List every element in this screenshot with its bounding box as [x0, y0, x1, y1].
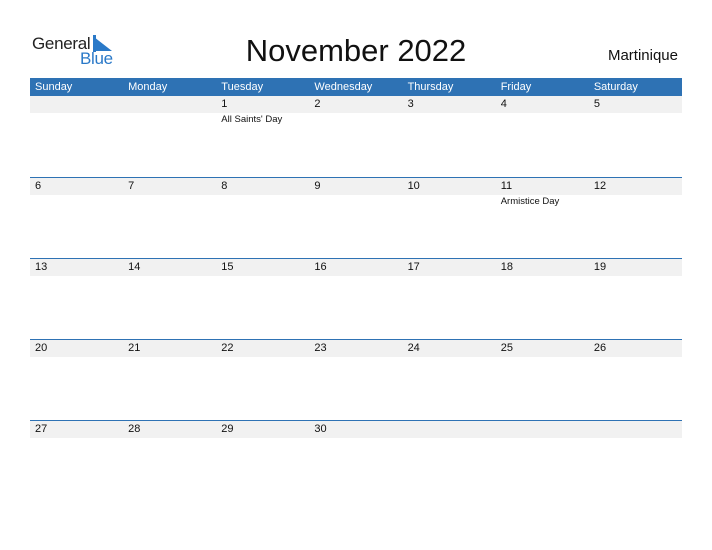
day-number: 26	[593, 342, 607, 354]
day-number: 8	[221, 180, 228, 192]
day-number: 11	[500, 180, 513, 192]
weekday-sunday: Sunday	[35, 81, 73, 93]
weekday-monday: Monday	[128, 81, 168, 93]
day-number: 24	[407, 342, 420, 354]
date-strip: 13 14 15 16 17 18 19	[30, 258, 682, 276]
day-number	[589, 421, 682, 438]
holiday-label	[30, 195, 123, 209]
day-number: 9	[314, 180, 321, 192]
holiday-label	[403, 113, 496, 127]
weekday-tuesday: Tuesday	[221, 81, 264, 93]
holiday-label	[309, 195, 402, 209]
day-number	[496, 421, 589, 438]
weekday-thursday: Thursday	[407, 81, 454, 93]
day-number: 18	[500, 261, 513, 273]
date-strip: 6 7 8 9 10 11 12	[30, 177, 682, 195]
holiday-label	[123, 195, 216, 209]
day-number: 14	[128, 261, 141, 273]
day-number	[403, 421, 496, 438]
holiday-label: Armistice Day	[500, 196, 560, 207]
weekday-wednesday: Wednesday	[314, 81, 373, 93]
day-number: 13	[35, 261, 48, 273]
weekday-saturday: Saturday	[593, 81, 638, 93]
date-strip: 27 28 29 30	[30, 420, 682, 438]
holiday-label	[496, 113, 589, 127]
holiday-label: All Saints' Day	[221, 114, 283, 125]
calendar-grid: Sunday Monday Tuesday Wednesday Thursday…	[30, 78, 682, 438]
day-number: 19	[593, 261, 607, 273]
day-number: 15	[221, 261, 234, 273]
day-number: 17	[407, 261, 420, 273]
weekday-header: Sunday Monday Tuesday Wednesday Thursday…	[30, 78, 682, 96]
day-number: 21	[128, 342, 141, 354]
weekday-friday: Friday	[500, 81, 532, 93]
date-strip: 1 2 3 4 5	[30, 96, 682, 113]
day-number: 2	[314, 98, 321, 110]
day-number: 22	[221, 342, 234, 354]
day-number: 10	[407, 180, 420, 192]
day-number	[30, 96, 123, 113]
day-number: 6	[35, 180, 42, 192]
day-number: 7	[128, 180, 135, 192]
week-row: 27 28 29 30	[30, 420, 682, 501]
day-number: 30	[314, 423, 327, 435]
week-row: 13 14 15 16 17 18 19	[30, 258, 682, 339]
holiday-label	[216, 195, 309, 209]
holiday-label	[403, 195, 496, 209]
day-number: 23	[314, 342, 327, 354]
day-number: 4	[500, 98, 507, 110]
day-number: 29	[221, 423, 234, 435]
day-number	[123, 96, 216, 113]
day-number: 5	[593, 98, 600, 110]
events-row: All Saints' Day	[30, 113, 682, 127]
country-label: Martinique	[607, 47, 678, 64]
day-number: 12	[593, 180, 607, 192]
holiday-label	[589, 113, 682, 127]
day-number: 20	[35, 342, 48, 354]
week-row: 6 7 8 9 10 11 12 Armistice Day	[30, 177, 682, 258]
date-strip: 20 21 22 23 24 25 26	[30, 339, 682, 357]
week-row: 20 21 22 23 24 25 26	[30, 339, 682, 420]
day-number: 25	[500, 342, 513, 354]
calendar-title: November 2022	[245, 33, 467, 68]
holiday-label	[589, 195, 682, 209]
holiday-label	[309, 113, 402, 127]
day-number: 16	[314, 261, 327, 273]
day-number: 3	[407, 98, 414, 110]
holiday-label	[30, 113, 123, 127]
events-row: Armistice Day	[30, 195, 682, 209]
holiday-label	[123, 113, 216, 127]
day-number: 28	[128, 423, 141, 435]
day-number: 1	[221, 98, 228, 110]
week-row: 1 2 3 4 5 All Saints' Day	[30, 96, 682, 177]
day-number: 27	[35, 423, 48, 435]
